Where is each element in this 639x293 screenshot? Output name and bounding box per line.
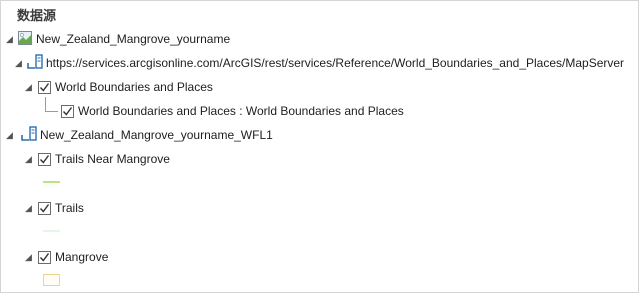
collapse-triangle-icon[interactable]: ◢ — [25, 154, 35, 164]
polygon-symbol[interactable] — [43, 274, 60, 286]
sub-layer-label: World Boundaries and Places : World Boun… — [78, 104, 404, 118]
layer-checkbox[interactable] — [38, 201, 51, 215]
tree-item-sub-layer[interactable]: World Boundaries and Places : World Boun… — [61, 101, 404, 121]
layer-checkbox[interactable] — [38, 152, 51, 166]
layer-label: Trails — [55, 201, 84, 215]
server-icon — [26, 53, 44, 73]
map-icon — [18, 30, 32, 48]
layer-checkbox[interactable] — [38, 250, 51, 264]
tree-item-layer[interactable]: ◢ Trails Near Mangrove — [25, 149, 170, 169]
collapse-triangle-icon[interactable]: ◢ — [25, 82, 35, 92]
collapse-triangle-icon[interactable]: ◢ — [6, 130, 16, 140]
data-source-panel: 数据源 ◢ New_Zealand_Mangrove_yourname ◢ ht… — [0, 0, 639, 293]
tree-item-group-layer[interactable]: ◢ World Boundaries and Places — [25, 77, 213, 97]
tree-item-layer[interactable]: ◢ Mangrove — [25, 247, 108, 267]
line-symbol[interactable] — [43, 230, 60, 232]
panel-title: 数据源 — [17, 9, 57, 24]
map-label: New_Zealand_Mangrove_yourname — [36, 32, 231, 46]
tree-item-layer[interactable]: ◢ Trails — [25, 198, 84, 218]
layer-checkbox[interactable] — [38, 80, 51, 94]
layer-checkbox[interactable] — [61, 104, 74, 118]
tree-item-service[interactable]: ◢ https://services.arcgisonline.com/ArcG… — [15, 53, 624, 73]
layer-label: Trails Near Mangrove — [55, 152, 170, 166]
collapse-triangle-icon[interactable]: ◢ — [15, 58, 25, 68]
collapse-triangle-icon[interactable]: ◢ — [6, 34, 16, 44]
server-icon — [20, 125, 38, 145]
line-symbol[interactable] — [43, 181, 60, 183]
feature-service-label: New_Zealand_Mangrove_yourname_WFL1 — [40, 128, 273, 142]
tree-item-map[interactable]: ◢ New_Zealand_Mangrove_yourname — [6, 29, 230, 49]
service-url-label: https://services.arcgisonline.com/ArcGIS… — [46, 56, 625, 70]
collapse-triangle-icon[interactable]: ◢ — [25, 252, 35, 262]
layer-label: Mangrove — [55, 250, 109, 264]
tree-connector — [45, 97, 58, 112]
collapse-triangle-icon[interactable]: ◢ — [25, 203, 35, 213]
tree-item-feature-service[interactable]: ◢ New_Zealand_Mangrove_yourname_WFL1 — [6, 125, 273, 145]
group-layer-label: World Boundaries and Places — [55, 80, 213, 94]
